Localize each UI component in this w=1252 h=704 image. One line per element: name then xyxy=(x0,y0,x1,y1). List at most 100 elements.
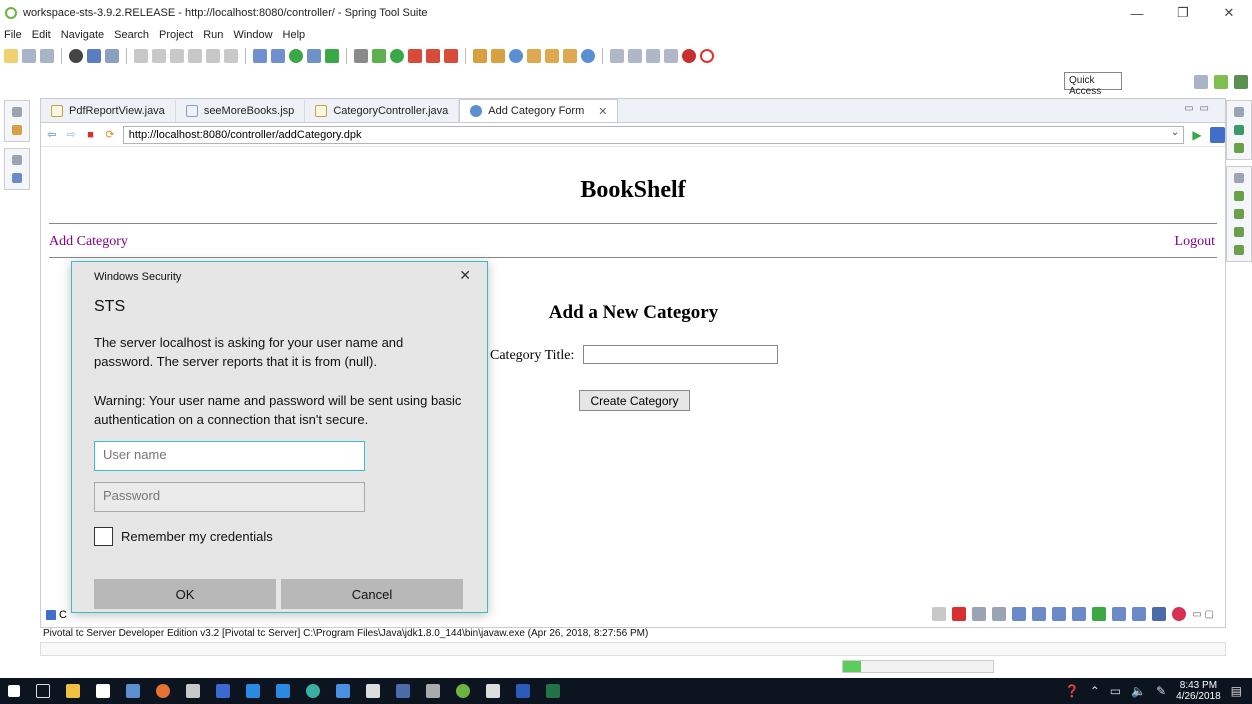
app-icon[interactable] xyxy=(486,684,500,698)
progress-bar[interactable] xyxy=(842,660,994,673)
open-console-icon[interactable] xyxy=(1112,607,1127,621)
task-view-icon[interactable] xyxy=(36,684,50,698)
clear-console-icon[interactable] xyxy=(1012,607,1027,621)
quick-access-field[interactable]: Quick Access xyxy=(1064,72,1122,97)
outline-view-icon[interactable] xyxy=(1234,191,1244,201)
perspective-icon[interactable] xyxy=(307,49,321,63)
help-icon[interactable]: ❓ xyxy=(1065,684,1080,698)
category-title-input[interactable] xyxy=(583,345,778,364)
next-annotation-icon[interactable] xyxy=(610,49,624,63)
servers-view-icon[interactable] xyxy=(12,173,22,183)
stop-icon[interactable] xyxy=(426,49,440,63)
menu-project[interactable]: Project xyxy=(159,29,193,41)
tab-category-controller[interactable]: CategoryController.java xyxy=(305,100,460,122)
package-explorer-icon[interactable] xyxy=(12,125,22,135)
spring-explorer-icon[interactable] xyxy=(1234,143,1244,153)
new-java-project-icon[interactable] xyxy=(473,49,487,63)
step-into-icon[interactable] xyxy=(188,49,202,63)
problem-icon[interactable] xyxy=(1172,607,1187,621)
spring-icon[interactable] xyxy=(271,49,285,63)
forward-icon[interactable] xyxy=(664,49,678,63)
remember-checkbox[interactable] xyxy=(94,527,113,546)
app-icon[interactable] xyxy=(396,684,410,698)
open-type-icon[interactable] xyxy=(527,49,541,63)
word-icon[interactable] xyxy=(516,684,530,698)
mail-icon[interactable] xyxy=(366,684,380,698)
bug-view-icon[interactable] xyxy=(1234,245,1244,255)
windows-start-icon[interactable] xyxy=(8,685,20,697)
show-stdout-icon[interactable] xyxy=(1052,607,1067,621)
boot-dashboard-icon[interactable] xyxy=(253,49,267,63)
run-icon[interactable] xyxy=(390,49,404,63)
new-class-icon[interactable] xyxy=(509,49,523,63)
file-explorer-icon[interactable] xyxy=(66,684,80,698)
close-tab-icon[interactable]: ✕ xyxy=(598,105,607,118)
restore-view-icon[interactable] xyxy=(12,155,22,165)
volume-icon[interactable]: 🔈 xyxy=(1131,684,1146,698)
forward-arrow-icon[interactable]: ⇨ xyxy=(64,128,77,142)
stop-icon[interactable]: ■ xyxy=(84,128,97,142)
tab-pdf-report-view[interactable]: PdfReportView.java xyxy=(41,100,176,122)
coverage-icon[interactable] xyxy=(444,49,458,63)
tab-see-more-books[interactable]: seeMoreBooks.jsp xyxy=(176,100,306,122)
beans-view-icon[interactable] xyxy=(1234,209,1244,219)
task-list-icon[interactable] xyxy=(1234,125,1244,135)
ladybug-icon[interactable] xyxy=(682,49,696,63)
refresh-icon[interactable]: ⟳ xyxy=(103,128,116,142)
remove-all-icon[interactable] xyxy=(992,607,1007,621)
spring-start-icon[interactable] xyxy=(289,49,303,63)
app-icon[interactable] xyxy=(126,684,140,698)
minimize-icon[interactable]: ▭ ▢ xyxy=(1192,609,1214,620)
restore-view-icon[interactable] xyxy=(12,107,22,117)
scroll-lock-icon[interactable] xyxy=(932,607,947,621)
sts-icon[interactable] xyxy=(456,684,470,698)
menu-navigate[interactable]: Navigate xyxy=(61,29,104,41)
close-icon[interactable]: ✕ xyxy=(459,267,471,284)
go-icon[interactable]: ▶ xyxy=(1190,128,1203,142)
new-icon[interactable] xyxy=(4,49,18,63)
excel-icon[interactable] xyxy=(546,684,560,698)
ok-button[interactable]: OK xyxy=(94,579,276,609)
notifications-icon[interactable]: ▤ xyxy=(1231,684,1242,698)
chevron-up-icon[interactable]: ⌃ xyxy=(1090,684,1100,698)
menu-window[interactable]: Window xyxy=(233,29,272,41)
clock[interactable]: 8:43 PM 4/26/2018 xyxy=(1176,680,1221,702)
web-browser-icon[interactable] xyxy=(581,49,595,63)
add-category-link[interactable]: Add Category xyxy=(49,234,128,250)
edge-icon[interactable] xyxy=(246,684,260,698)
console-text-area[interactable] xyxy=(40,642,1226,656)
debug-icon[interactable] xyxy=(372,49,386,63)
battery-icon[interactable]: ▭ xyxy=(1110,684,1121,698)
pin-console-icon[interactable] xyxy=(1032,607,1047,621)
menu-run[interactable]: Run xyxy=(203,29,223,41)
firefox-icon[interactable] xyxy=(156,684,170,698)
menu-file[interactable]: File xyxy=(4,29,22,41)
back-icon[interactable] xyxy=(646,49,660,63)
menu-help[interactable]: Help xyxy=(283,29,306,41)
outline-icon[interactable] xyxy=(354,49,368,63)
pen-icon[interactable]: ✎ xyxy=(1156,684,1166,698)
save-icon[interactable] xyxy=(22,49,36,63)
vscode-icon[interactable] xyxy=(276,684,290,698)
username-input[interactable]: User name xyxy=(94,441,365,471)
minimize-icon[interactable]: — xyxy=(1114,0,1160,26)
app-icon[interactable] xyxy=(426,684,440,698)
hierarchy-view-icon[interactable] xyxy=(1234,227,1244,237)
tab-add-category-form[interactable]: Add Category Form ✕ xyxy=(459,99,619,122)
app-icon[interactable] xyxy=(336,684,350,698)
open-external-browser-icon[interactable] xyxy=(1209,126,1226,143)
restore-view-icon[interactable] xyxy=(1234,107,1244,117)
app-icon[interactable] xyxy=(186,684,200,698)
restore-icon[interactable]: ❐ xyxy=(1160,0,1206,26)
previous-annotation-icon[interactable] xyxy=(628,49,642,63)
new-package-icon[interactable] xyxy=(491,49,505,63)
suspend-icon[interactable] xyxy=(152,49,166,63)
server-icon[interactable] xyxy=(69,49,83,63)
password-input[interactable]: Password xyxy=(94,482,365,512)
app-icon[interactable] xyxy=(216,684,230,698)
save-all-icon[interactable] xyxy=(40,49,54,63)
open-resource-icon[interactable] xyxy=(545,49,559,63)
debug-perspective-icon[interactable] xyxy=(1234,75,1248,89)
step-return-icon[interactable] xyxy=(224,49,238,63)
close-window-icon[interactable]: ✕ xyxy=(1206,0,1252,26)
